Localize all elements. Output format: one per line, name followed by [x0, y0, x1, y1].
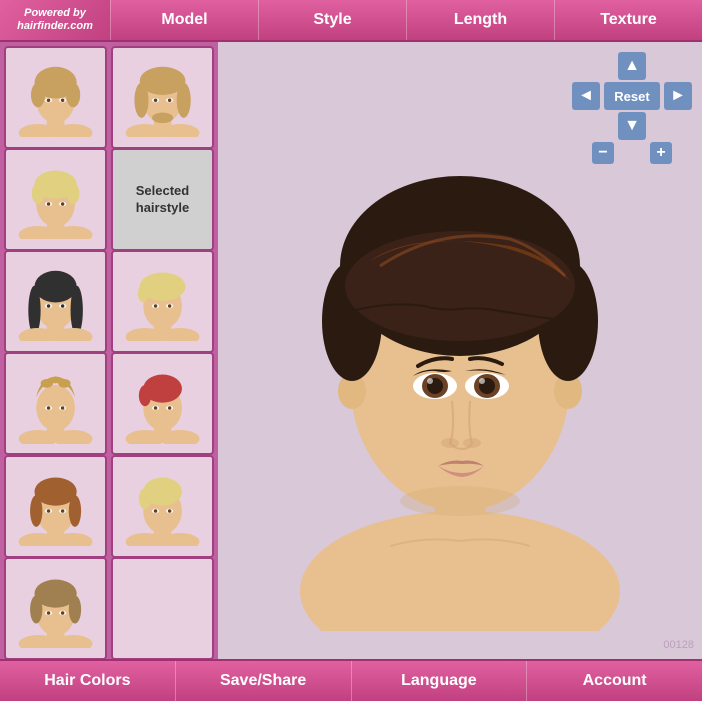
account-button[interactable]: Account: [527, 661, 702, 701]
move-up-button[interactable]: ▲: [618, 52, 646, 80]
hairstyle-thumb-6[interactable]: [111, 250, 214, 353]
watermark: 00128: [663, 639, 694, 651]
hairstyle-thumb-1[interactable]: [4, 46, 107, 149]
hairstyle-thumb-5[interactable]: [4, 250, 107, 353]
language-button[interactable]: Language: [352, 661, 528, 701]
hairstyle-thumb-11[interactable]: [4, 557, 107, 659]
hairstyle-thumb-10[interactable]: [111, 455, 214, 558]
mid-row: ◄ Reset ►: [572, 82, 692, 110]
preview-area: ▲ ◄ Reset ► ▼ − +: [218, 42, 702, 659]
main-area: Selected hairstyle: [0, 42, 702, 659]
tab-length[interactable]: Length: [406, 0, 554, 40]
move-right-button[interactable]: ►: [664, 82, 692, 110]
move-down-button[interactable]: ▼: [618, 112, 646, 140]
bottom-bar: Hair Colors Save/Share Language Account: [0, 659, 702, 701]
hairstyle-sidebar: Selected hairstyle: [0, 42, 218, 659]
tab-style[interactable]: Style: [258, 0, 406, 40]
zoom-row: − +: [592, 142, 672, 164]
selected-hairstyle-placeholder[interactable]: Selected hairstyle: [111, 148, 214, 251]
selected-hairstyle-label: Selected hairstyle: [113, 183, 212, 217]
tab-model[interactable]: Model: [110, 0, 258, 40]
top-navigation: Powered byhairfinder.com Model Style Len…: [0, 0, 702, 42]
reset-button[interactable]: Reset: [604, 82, 660, 110]
hair-colors-button[interactable]: Hair Colors: [0, 661, 176, 701]
zoom-in-button[interactable]: +: [650, 142, 672, 164]
tab-texture[interactable]: Texture: [554, 0, 702, 40]
hairstyle-thumb-9[interactable]: [4, 455, 107, 558]
hairstyle-thumb-3[interactable]: [4, 148, 107, 251]
nav-tabs: Model Style Length Texture: [110, 0, 702, 40]
hairstyle-thumb-12[interactable]: [111, 557, 214, 659]
down-row: ▼: [586, 112, 678, 140]
up-row: ▲: [586, 52, 678, 80]
move-left-button[interactable]: ◄: [572, 82, 600, 110]
hairstyle-thumb-2[interactable]: [111, 46, 214, 149]
zoom-out-button[interactable]: −: [592, 142, 614, 164]
logo-text: Powered byhairfinder.com: [17, 7, 93, 33]
navigation-controls: ▲ ◄ Reset ► ▼ − +: [572, 52, 692, 164]
hairstyle-thumb-8[interactable]: [111, 352, 214, 455]
hairstyle-thumb-7[interactable]: [4, 352, 107, 455]
logo: Powered byhairfinder.com: [0, 0, 110, 40]
save-share-button[interactable]: Save/Share: [176, 661, 352, 701]
